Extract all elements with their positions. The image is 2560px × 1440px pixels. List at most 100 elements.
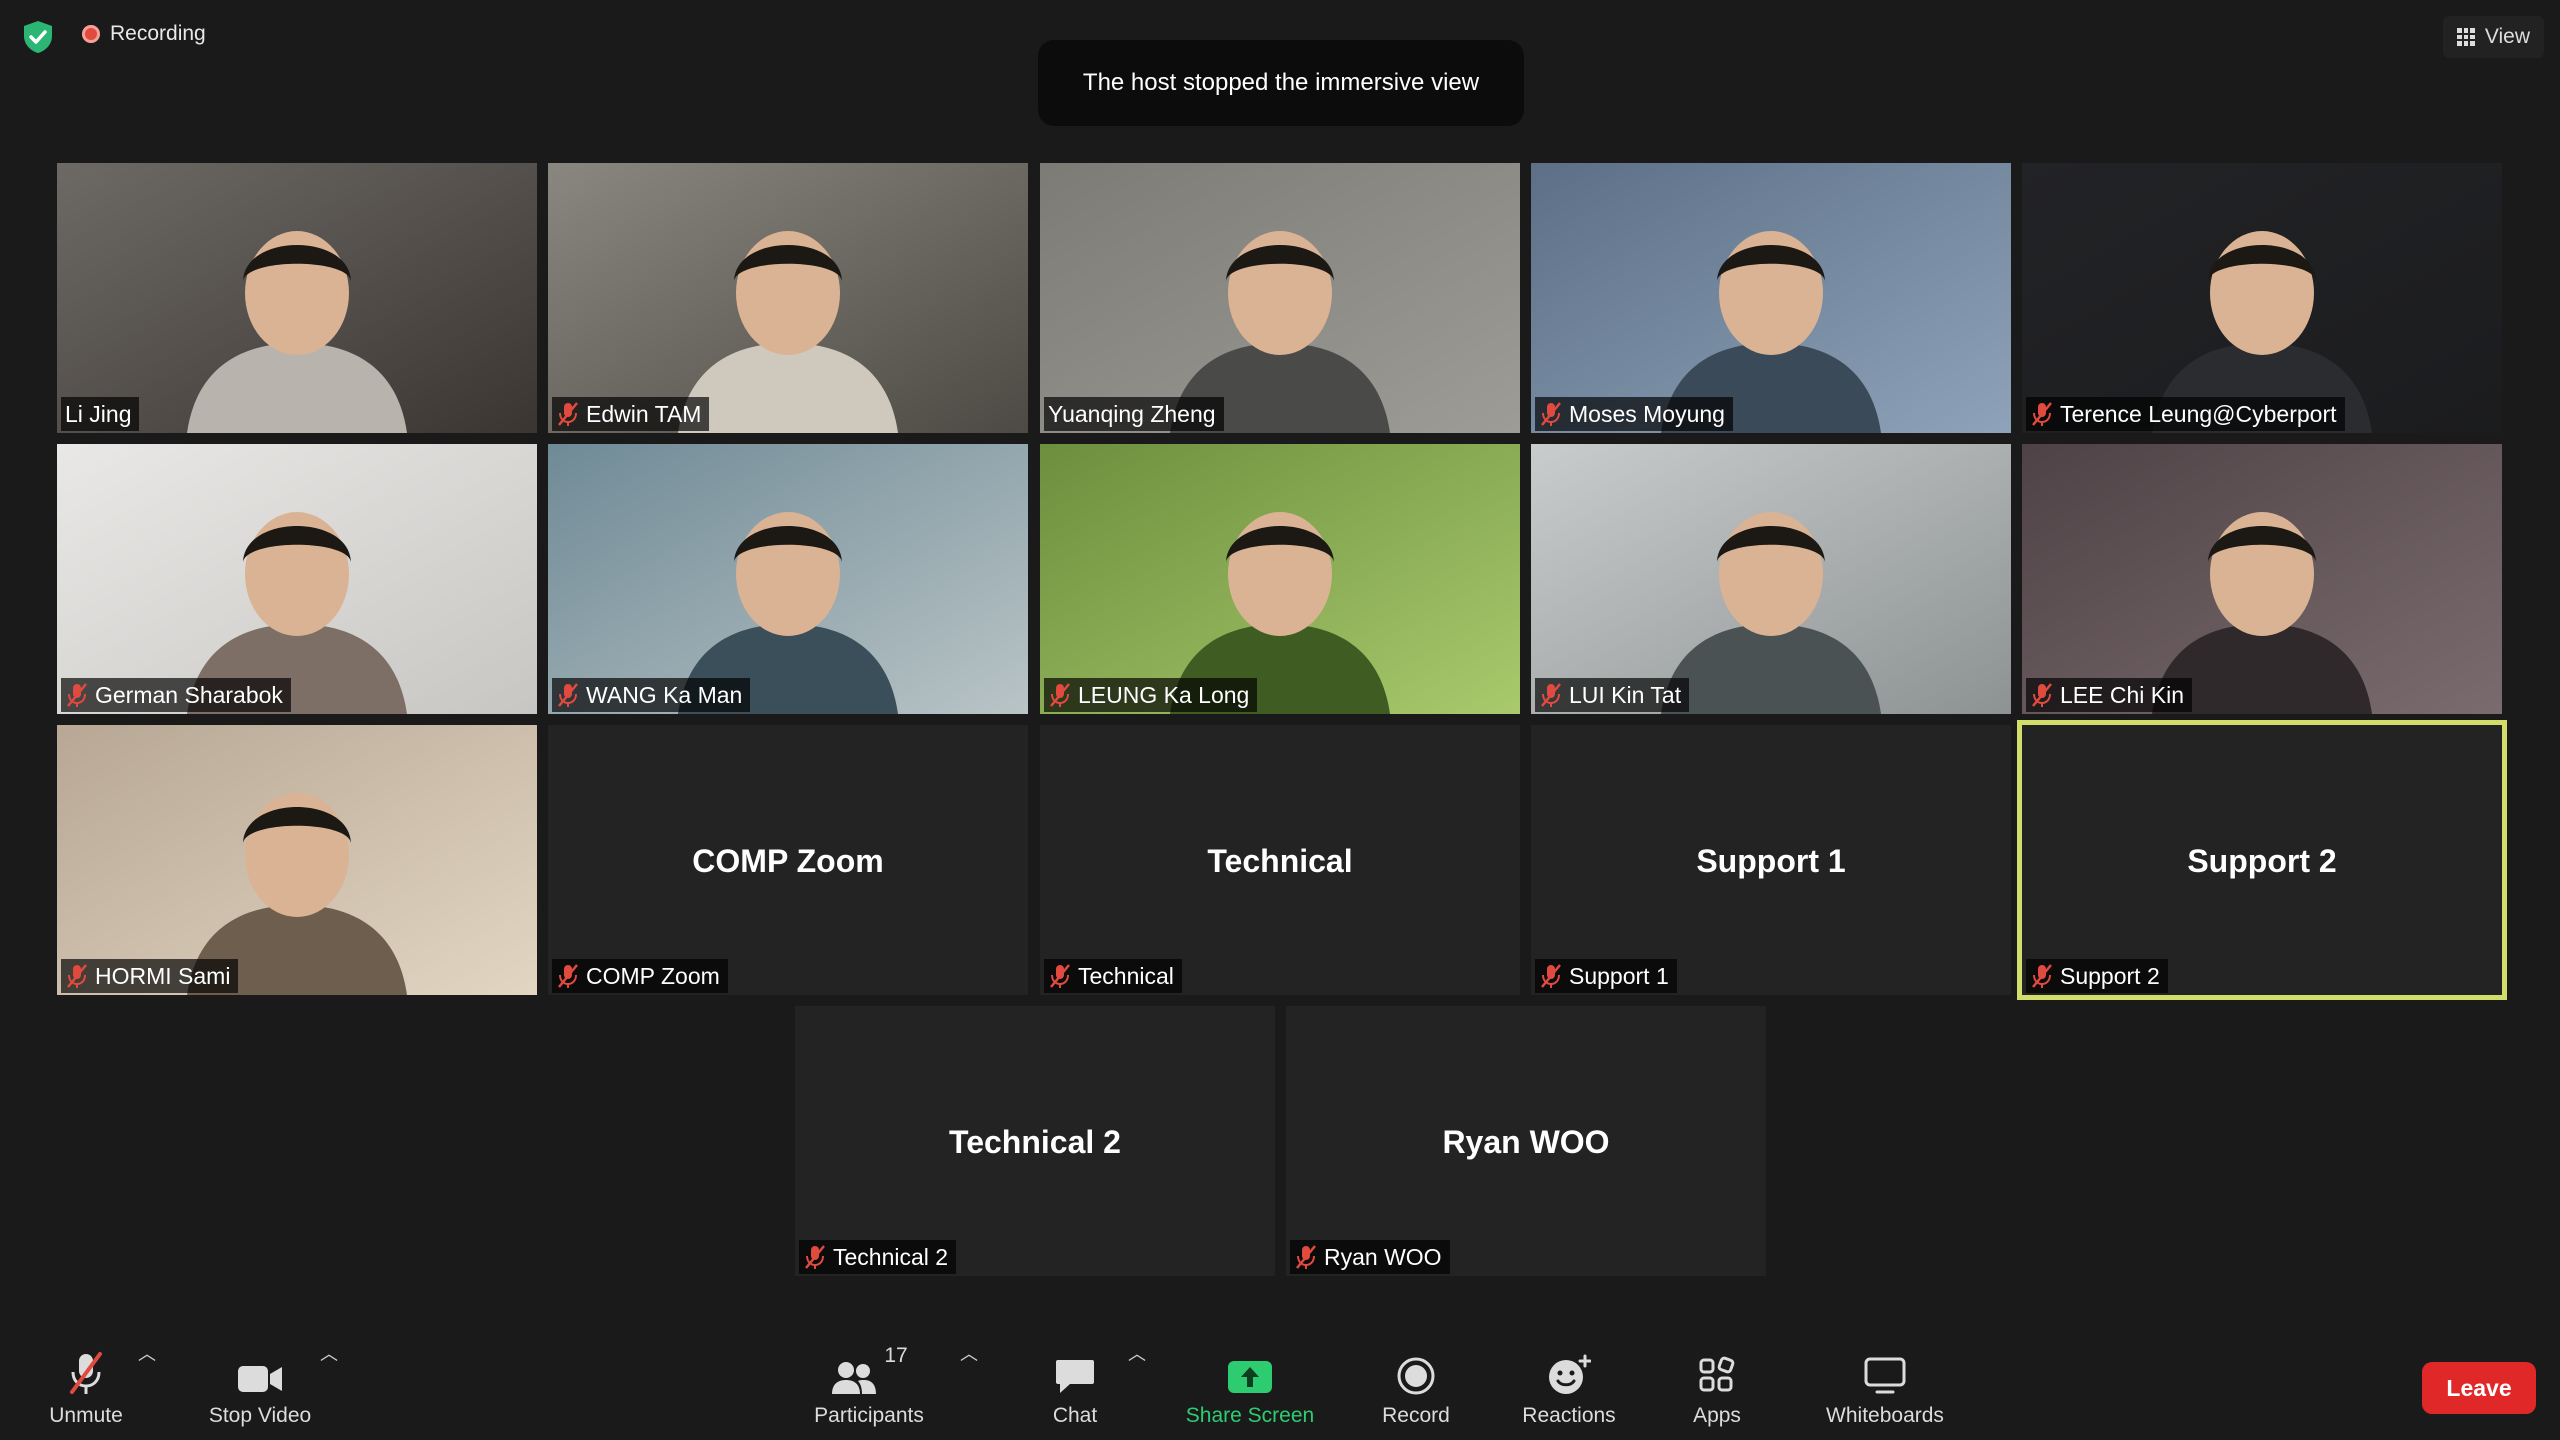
participant-name-label: Edwin TAM	[552, 397, 710, 431]
participant-name-label: COMP Zoom	[552, 959, 728, 993]
muted-mic-icon	[1296, 1245, 1316, 1269]
recording-indicator[interactable]: Recording	[82, 22, 206, 46]
video-tile[interactable]: Moses Moyung	[1531, 163, 2011, 433]
participant-name-label: Support 2	[2026, 959, 2168, 993]
video-tile[interactable]: Edwin TAM	[548, 163, 1028, 433]
record-button[interactable]: Record	[1372, 1344, 1460, 1428]
tile-display-name: Ryan WOO	[1442, 1124, 1610, 1160]
participant-video-icon	[1531, 163, 2011, 433]
record-label: Record	[1382, 1404, 1450, 1427]
participant-name: Moses Moyung	[1569, 400, 1725, 427]
muted-mic-icon	[67, 964, 87, 988]
avatar-tile[interactable]: Technical 2 Technical 2	[795, 1006, 1275, 1276]
participant-name-label: Li Jing	[61, 397, 140, 431]
share-screen-label: Share Screen	[1185, 1404, 1315, 1427]
video-tile[interactable]: LEUNG Ka Long	[1040, 444, 1520, 714]
participant-name: WANG Ka Man	[586, 681, 743, 708]
reactions-label: Reactions	[1522, 1404, 1616, 1427]
muted-mic-icon	[805, 1245, 825, 1269]
grid-view-icon	[2456, 28, 2475, 46]
tile-display-name: Technical	[1207, 843, 1353, 879]
avatar-tile[interactable]: Support 1 Support 1	[1531, 725, 2011, 995]
participant-video-icon	[2022, 163, 2502, 433]
participant-name-label: Ryan WOO	[1290, 1240, 1450, 1274]
chat-label: Chat	[1052, 1404, 1098, 1427]
avatar-tile[interactable]: Ryan WOO Ryan WOO	[1286, 1006, 1766, 1276]
participant-name: Yuanqing Zheng	[1048, 400, 1216, 427]
view-button[interactable]: View	[2442, 16, 2544, 58]
reactions-button[interactable]: Reactions	[1516, 1344, 1622, 1428]
chat-bubble-icon	[1056, 1360, 1094, 1393]
participants-label: Participants	[814, 1404, 924, 1427]
participant-name-label: Technical 2	[799, 1240, 957, 1274]
video-tile[interactable]: HORMI Sami	[57, 725, 537, 995]
chat-options-chevron-icon[interactable]: ︿	[1128, 1340, 1146, 1366]
avatar-tile[interactable]: Technical Technical	[1040, 725, 1520, 995]
recording-dot-icon	[82, 25, 100, 43]
avatar-tile[interactable]: COMP Zoom COMP Zoom	[548, 725, 1028, 995]
tile-display-name: Support 2	[2187, 843, 2337, 879]
participant-video-icon	[548, 163, 1028, 433]
video-tile[interactable]: LUI Kin Tat	[1531, 444, 2011, 714]
participant-name-label: Terence Leung@Cyberport	[2026, 397, 2345, 431]
whiteboards-button[interactable]: Whiteboards	[1818, 1344, 1952, 1428]
participant-name-label: Yuanqing Zheng	[1044, 397, 1224, 431]
participant-name-label: Moses Moyung	[1535, 397, 1733, 431]
video-tile[interactable]: Terence Leung@Cyberport	[2022, 163, 2502, 433]
video-tile[interactable]: WANG Ka Man	[548, 444, 1028, 714]
participant-video-icon	[57, 163, 537, 433]
muted-mic-icon	[2032, 964, 2052, 988]
chat-button[interactable]: Chat	[1040, 1344, 1110, 1428]
participant-name: LUI Kin Tat	[1569, 681, 1682, 708]
whiteboards-label: Whiteboards	[1826, 1404, 1944, 1427]
muted-mic-icon	[1541, 683, 1561, 707]
participant-name: Edwin TAM	[586, 400, 702, 427]
participant-name: LEUNG Ka Long	[1078, 681, 1250, 708]
participant-name: LEE Chi Kin	[2060, 681, 2185, 708]
video-tile[interactable]: LEE Chi Kin	[2022, 444, 2502, 714]
security-shield-icon[interactable]	[22, 20, 54, 54]
muted-mic-icon	[1050, 683, 1070, 707]
participant-name: Ryan WOO	[1324, 1243, 1442, 1270]
unmute-label: Unmute	[49, 1404, 123, 1427]
participant-name-label: LUI Kin Tat	[1535, 678, 1690, 712]
audio-options-chevron-icon[interactable]: ︿	[138, 1340, 156, 1366]
video-tile[interactable]: Yuanqing Zheng	[1040, 163, 1520, 433]
share-screen-button[interactable]: Share Screen	[1182, 1344, 1318, 1428]
muted-mic-icon	[1541, 964, 1561, 988]
leave-button[interactable]: Leave	[2422, 1362, 2536, 1414]
record-icon	[1397, 1357, 1435, 1395]
stop-video-label: Stop Video	[208, 1404, 312, 1427]
stop-video-button[interactable]: Stop Video	[200, 1344, 320, 1428]
participant-video-icon	[2022, 444, 2502, 714]
muted-mic-icon	[2032, 683, 2052, 707]
reactions-smiley-icon	[1549, 1354, 1591, 1394]
leave-label: Leave	[2446, 1374, 2512, 1401]
participant-name: Support 1	[1569, 962, 1669, 989]
participant-video-icon	[57, 725, 537, 995]
unmute-button[interactable]: Unmute	[38, 1344, 134, 1428]
toast-text: The host stopped the immersive view	[1082, 69, 1480, 96]
tile-display-name: Technical 2	[949, 1124, 1121, 1160]
participant-name: Support 2	[2060, 962, 2160, 989]
share-screen-icon	[1228, 1361, 1272, 1393]
participant-name: Technical 2	[833, 1243, 949, 1270]
participants-count: 17	[884, 1344, 908, 1367]
participants-button[interactable]: 17 Participants	[806, 1344, 932, 1428]
participants-options-chevron-icon[interactable]: ︿	[960, 1340, 978, 1366]
participant-name: German Sharabok	[95, 681, 283, 708]
video-tile[interactable]: Li Jing	[57, 163, 537, 433]
video-tile[interactable]: German Sharabok	[57, 444, 537, 714]
apps-icon	[1699, 1356, 1735, 1392]
view-label: View	[2484, 25, 2530, 48]
muted-mic-icon	[2032, 402, 2052, 426]
muted-mic-icon	[558, 964, 578, 988]
apps-label: Apps	[1693, 1404, 1741, 1427]
muted-mic-icon	[1050, 964, 1070, 988]
avatar-tile[interactable]: Support 2 Support 2	[2017, 720, 2507, 1000]
participants-icon	[832, 1362, 877, 1394]
participant-name: Li Jing	[65, 400, 132, 427]
apps-button[interactable]: Apps	[1686, 1344, 1748, 1428]
video-options-chevron-icon[interactable]: ︿	[320, 1340, 338, 1366]
whiteboard-icon	[1864, 1357, 1906, 1394]
